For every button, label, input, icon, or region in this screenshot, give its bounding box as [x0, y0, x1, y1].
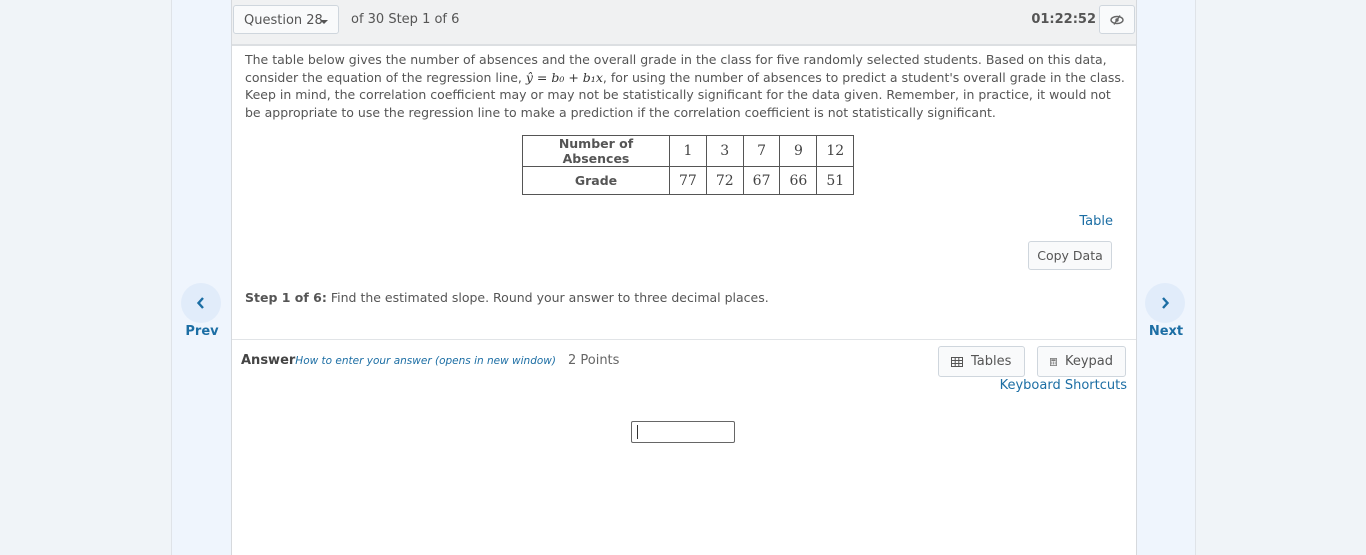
eye-slash-icon [1110, 14, 1124, 25]
question-select[interactable]: Question 28 [233, 5, 339, 34]
points-label: 2 Points [567, 353, 620, 368]
answer-header: AnswerHow to enter your answer (opens in… [241, 353, 619, 368]
copy-data-button[interactable]: Copy Data [1028, 241, 1112, 270]
table-link[interactable]: Table [1079, 214, 1113, 229]
timer: 01:22:52 [1031, 12, 1096, 27]
table-cell: 7 [742, 135, 781, 167]
table-cell: 77 [669, 166, 707, 195]
next-column: Next [1136, 0, 1196, 555]
answer-label: Answer [241, 353, 296, 368]
caret-down-icon [320, 20, 328, 24]
question-text: The table below gives the number of abse… [245, 51, 1125, 121]
table-cell: 9 [779, 135, 818, 167]
keypad-button[interactable]: Keypad [1037, 346, 1126, 377]
answer-input[interactable] [631, 421, 735, 443]
tables-button[interactable]: Tables [938, 346, 1025, 377]
chevron-right-icon [1162, 297, 1170, 309]
question-panel: Question 28 of 30 Step 1 of 6 01:22:52 T… [231, 0, 1137, 555]
text-cursor [637, 425, 638, 439]
hide-timer-button[interactable] [1099, 5, 1135, 34]
regression-equation: ŷ = b₀ + b₁x [525, 69, 603, 85]
prev-column: Prev [171, 0, 232, 555]
table-icon [951, 356, 963, 367]
table-cell: 72 [705, 166, 744, 195]
prev-button[interactable] [181, 283, 221, 323]
how-to-enter-link[interactable]: How to enter your answer (opens in new w… [295, 355, 556, 367]
keypad-label: Keypad [1064, 354, 1113, 369]
row-header: Grade [522, 166, 670, 195]
step-instruction: Step 1 of 6: Find the estimated slope. R… [245, 290, 769, 305]
table-row: Grade 77 72 67 66 51 [522, 166, 855, 195]
question-progress: of 30 Step 1 of 6 [351, 12, 460, 27]
calculator-icon [1050, 357, 1057, 366]
table-cell: 3 [705, 135, 744, 167]
data-table: Number of Absences 1 3 7 9 12 Grade 77 7… [522, 135, 855, 195]
question-header: Question 28 of 30 Step 1 of 6 01:22:52 [232, 0, 1136, 46]
table-cell: 1 [669, 135, 707, 167]
keyboard-shortcuts-link[interactable]: Keyboard Shortcuts [1000, 378, 1127, 393]
tables-label: Tables [971, 354, 1012, 369]
table-cell: 12 [816, 135, 855, 167]
question-select-value: Question 28 [244, 13, 323, 28]
table-cell: 66 [779, 166, 818, 195]
chevron-left-icon [196, 297, 204, 309]
next-button[interactable] [1145, 283, 1185, 323]
table-cell: 51 [816, 166, 855, 195]
table-row: Number of Absences 1 3 7 9 12 [522, 135, 855, 167]
step-text: Find the estimated slope. Round your ans… [326, 290, 769, 305]
row-header: Number of Absences [522, 135, 670, 167]
next-label[interactable]: Next [1136, 324, 1196, 339]
divider [232, 339, 1136, 340]
step-label: Step 1 of 6: [245, 290, 327, 305]
prev-label[interactable]: Prev [172, 324, 232, 339]
table-cell: 67 [742, 166, 781, 195]
